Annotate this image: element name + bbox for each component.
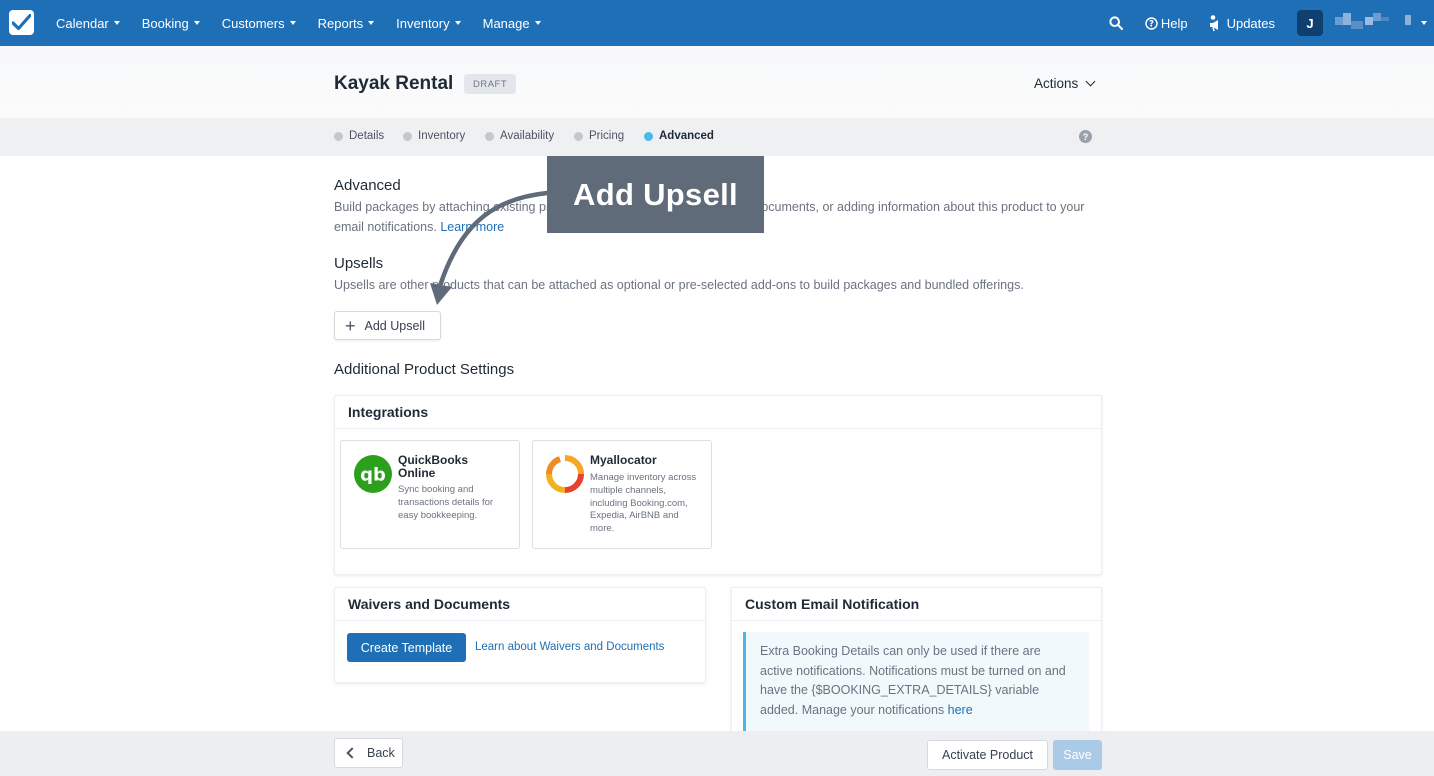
page-title: Kayak Rental	[334, 73, 454, 94]
step-dot-active-icon	[644, 131, 653, 141]
tab-advanced[interactable]: Advanced	[644, 130, 714, 142]
tab-label: Availability	[500, 130, 555, 142]
nav-customers[interactable]: Customers	[222, 16, 296, 31]
account-caret-icon[interactable]	[1421, 21, 1427, 25]
tab-inventory[interactable]: Inventory	[403, 130, 465, 142]
nav-calendar-label: Calendar	[56, 15, 109, 31]
footer-bar	[0, 731, 1434, 776]
back-button[interactable]: Back	[334, 738, 403, 768]
account-name-blurred[interactable]	[1331, 13, 1421, 33]
nav-booking-label: Booking	[141, 15, 189, 31]
email-notification-heading: Custom Email Notification	[732, 588, 1101, 621]
help-link[interactable]: ? Help	[1145, 16, 1188, 31]
myallocator-logo-icon	[546, 455, 584, 493]
step-dot-icon	[574, 131, 583, 141]
help-label: Help	[1160, 15, 1188, 31]
nav-inventory-label: Inventory	[396, 15, 450, 31]
back-label: Back	[367, 746, 395, 760]
step-dot-icon	[334, 131, 343, 141]
integration-name: Myallocator	[590, 453, 657, 467]
add-upsell-button[interactable]: + Add Upsell	[334, 311, 441, 340]
caret-down-icon	[454, 21, 461, 25]
nav-calendar[interactable]: Calendar	[56, 16, 120, 31]
help-circle-icon: ?	[1145, 16, 1158, 30]
tab-label: Details	[349, 130, 385, 142]
updates-label: Updates	[1226, 15, 1275, 31]
tab-details[interactable]: Details	[334, 130, 384, 142]
create-template-button[interactable]: Create Template	[347, 633, 466, 662]
tab-label: Advanced	[659, 130, 714, 142]
nav-booking[interactable]: Booking	[142, 16, 200, 31]
question-mark-icon[interactable]: ?	[1079, 130, 1092, 143]
save-button[interactable]: Save	[1053, 740, 1102, 770]
avatar[interactable]: J	[1297, 10, 1323, 36]
nav-manage[interactable]: Manage	[483, 16, 541, 31]
svg-text:qb: qb	[360, 465, 386, 486]
upsells-description: Upsells are other products that can be a…	[334, 278, 1024, 292]
checkfront-logo-icon[interactable]	[9, 10, 34, 35]
additional-settings-heading: Additional Product Settings	[334, 361, 515, 378]
manage-notifications-link[interactable]: here	[948, 703, 973, 717]
integration-description: Manage inventory across multiple channel…	[590, 472, 697, 535]
plus-icon: +	[345, 315, 356, 336]
tab-availability[interactable]: Availability	[485, 130, 554, 142]
caret-down-icon	[193, 21, 200, 25]
step-tabs	[0, 118, 1434, 156]
learn-more-link[interactable]: Learn more	[440, 220, 504, 234]
nav-manage-label: Manage	[482, 15, 530, 31]
chevron-down-icon	[1085, 76, 1096, 87]
top-navbar: Calendar Booking Customers Reports Inven…	[0, 0, 1434, 46]
quickbooks-logo-icon: qb	[354, 455, 392, 493]
megaphone-icon	[1209, 14, 1218, 31]
email-notice: Extra Booking Details can only be used i…	[743, 632, 1089, 732]
search-icon	[1109, 16, 1123, 30]
integrations-heading: Integrations	[335, 396, 1101, 429]
actions-dropdown[interactable]: Actions	[1034, 76, 1096, 91]
product-header	[0, 46, 1434, 118]
caret-down-icon	[534, 21, 541, 25]
nav-customers-label: Customers	[221, 15, 285, 31]
nav-inventory[interactable]: Inventory	[396, 15, 461, 31]
tab-label: Pricing	[589, 130, 625, 142]
updates-link[interactable]: Updates	[1209, 14, 1275, 32]
nav-reports-label: Reports	[317, 15, 364, 31]
svg-text:?: ?	[1149, 19, 1154, 29]
tab-pricing[interactable]: Pricing	[574, 130, 624, 142]
step-dot-icon	[403, 131, 412, 141]
advanced-heading: Advanced	[334, 177, 401, 194]
chevron-left-icon	[346, 747, 358, 759]
step-dot-icon	[485, 131, 494, 141]
integration-description: Sync booking and transactions details fo…	[398, 484, 494, 521]
add-upsell-label: Add Upsell	[364, 318, 425, 333]
integration-myallocator[interactable]: Myallocator Manage inventory across mult…	[532, 440, 712, 549]
caret-down-icon	[113, 21, 120, 25]
waivers-heading: Waivers and Documents	[335, 588, 705, 621]
nav-right-group: ? Help Updates J	[1109, 0, 1434, 46]
caret-down-icon	[368, 21, 375, 25]
learn-waivers-link[interactable]: Learn about Waivers and Documents	[475, 638, 664, 658]
integration-name: QuickBooks Online	[398, 453, 469, 480]
search-button[interactable]	[1109, 16, 1123, 30]
email-notice-text: Extra Booking Details can only be used i…	[760, 644, 1066, 717]
annotation-callout: Add Upsell	[547, 156, 764, 233]
integration-quickbooks[interactable]: qb QuickBooks Online Sync booking and tr…	[340, 440, 520, 549]
tab-label: Inventory	[418, 130, 466, 142]
caret-down-icon	[289, 21, 296, 25]
actions-label: Actions	[1034, 76, 1079, 91]
activate-product-button[interactable]: Activate Product	[927, 740, 1048, 770]
upsells-heading: Upsells	[334, 255, 384, 272]
status-badge: DRAFT	[464, 74, 517, 94]
main-menu: Calendar Booking Customers Reports Inven…	[56, 0, 563, 46]
nav-reports[interactable]: Reports	[318, 16, 375, 31]
